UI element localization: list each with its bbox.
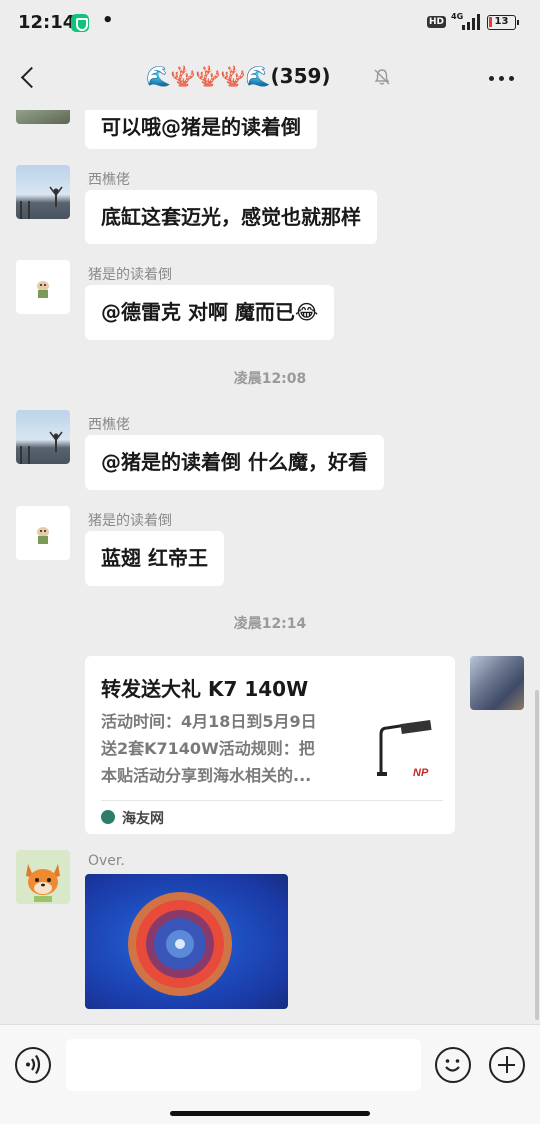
message-bubble[interactable]: 蓝翅 红帝王 — [85, 531, 224, 586]
coral-photo — [128, 892, 232, 996]
link-card-description-line: 送2套K7140W活动规则：把 — [101, 739, 315, 758]
chat-messages[interactable]: 可以哦@猪是的读着倒 西樵佬 底缸这套迈光，感觉也就那样 猪是的读着倒 @德雷克… — [0, 110, 540, 1024]
more-button[interactable] — [486, 66, 518, 90]
bell-off-icon — [374, 69, 390, 85]
battery-level: 13 — [494, 16, 509, 27]
aquarium-light-icon: NP — [377, 719, 432, 779]
message-bubble[interactable]: @德雷克 对啊 魔而已😂 — [85, 285, 335, 340]
pig-icon — [37, 527, 49, 544]
battery-icon: 13 — [487, 15, 519, 30]
link-card-thumbnail: NP — [373, 716, 441, 784]
status-time: 12:14 — [18, 12, 76, 33]
voice-icon — [26, 1054, 41, 1075]
message-bubble[interactable]: 底缸这套迈光，感觉也就那样 — [85, 190, 377, 244]
input-bar — [0, 1024, 540, 1124]
sender-name: 猪是的读着倒 — [88, 513, 172, 529]
person-silhouette-icon — [20, 431, 63, 464]
voice-button[interactable] — [15, 1047, 51, 1083]
avatar[interactable] — [16, 410, 70, 464]
source-icon — [101, 810, 115, 824]
sender-name: 西樵佬 — [88, 417, 130, 433]
sender-name: Over. — [88, 853, 125, 869]
emoji-button[interactable] — [435, 1047, 471, 1083]
notification-dot: • — [102, 10, 114, 31]
back-button[interactable] — [14, 62, 44, 92]
self-avatar[interactable] — [470, 656, 524, 710]
link-card-source: 海友网 — [122, 811, 164, 827]
chat-header: 🌊🪸🪸🪸🌊(359) — [0, 46, 540, 110]
link-card-description-line: 本贴活动分享到海水相关的... — [101, 766, 312, 785]
signal-icon — [462, 14, 482, 30]
shield-icon — [71, 14, 89, 32]
more-actions-button[interactable] — [489, 1047, 525, 1083]
home-indicator[interactable] — [170, 1111, 370, 1116]
message-bubble[interactable]: @猪是的读着倒 什么魔，好看 — [85, 435, 384, 490]
sender-name: 西樵佬 — [88, 172, 130, 188]
avatar[interactable] — [16, 506, 70, 560]
timestamp: 凌晨12:08 — [233, 371, 307, 387]
pig-icon — [37, 281, 49, 298]
hd-indicator: HD — [427, 16, 447, 28]
avatar[interactable] — [16, 165, 70, 219]
sender-name: 猪是的读着倒 — [88, 267, 172, 283]
timestamp: 凌晨12:14 — [233, 616, 307, 632]
link-card-title: 转发送大礼 K7 140W — [101, 677, 309, 701]
message-bubble[interactable]: 可以哦@猪是的读着倒 — [85, 110, 317, 149]
status-bar: 12:14 • HD 4G 13 — [0, 0, 540, 46]
link-card-thumb-brand: NP — [413, 767, 429, 779]
image-message[interactable] — [85, 874, 288, 1009]
avatar[interactable] — [16, 850, 70, 904]
avatar[interactable] — [16, 110, 70, 124]
person-silhouette-icon — [20, 186, 63, 219]
link-card-description: 活动时间：4月18日到5月9日 送2套K7140W活动规则：把 本贴活动分享到海… — [101, 708, 343, 789]
scrollbar[interactable] — [535, 690, 539, 1020]
chat-title[interactable]: 🌊🪸🪸🪸🌊(359) — [146, 64, 331, 88]
divider — [101, 800, 443, 801]
smiley-icon — [445, 1059, 460, 1072]
link-card-description-line: 活动时间：4月18日到5月9日 — [101, 712, 317, 731]
fox-icon — [26, 864, 60, 902]
link-card[interactable]: 转发送大礼 K7 140W 活动时间：4月18日到5月9日 送2套K7140W活… — [85, 656, 455, 834]
message-input[interactable] — [66, 1039, 421, 1091]
avatar[interactable] — [16, 260, 70, 314]
